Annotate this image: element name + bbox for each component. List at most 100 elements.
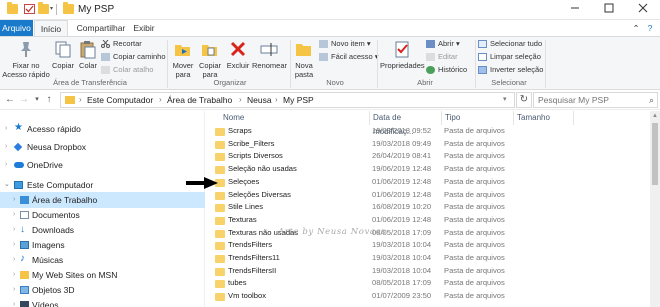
new-folder-icon[interactable] — [38, 2, 49, 14]
refresh-button[interactable]: ↻ — [516, 92, 532, 108]
nav-item-neusa-dropbox[interactable]: › Neusa Dropbox — [0, 139, 205, 155]
file-row-vm-toolbox[interactable]: Vm toolbox 01/07/2009 23:50 Pasta de arq… — [206, 290, 650, 303]
tab-compartilhar[interactable]: Compartilhar — [72, 20, 130, 36]
nav-item-onedrive[interactable]: › OneDrive — [0, 157, 205, 173]
breadcrumb-este-computador[interactable]: Este Computador — [87, 95, 153, 105]
maximize-button[interactable] — [592, 0, 626, 20]
chevron-right-icon[interactable]: › — [13, 192, 15, 208]
file-row-selecoes-diversas[interactable]: Seleções Diversas 01/06/2019 12:48 Pasta… — [206, 189, 650, 202]
paste-button[interactable]: Colar — [77, 39, 99, 70]
file-type: Pasta de arquivos — [444, 227, 505, 237]
nav-item-downloads[interactable]: › ↓ Downloads — [0, 222, 205, 238]
history-button[interactable]: Histórico — [426, 65, 467, 75]
file-type: Pasta de arquivos — [444, 126, 505, 135]
minimize-button[interactable] — [558, 0, 592, 20]
file-row-trendsfiltersii[interactable]: TrendsFiltersII 19/03/2018 10:04 Pasta d… — [206, 265, 650, 278]
chevron-right-icon[interactable]: › — [13, 297, 15, 307]
chevron-right-icon[interactable]: › — [13, 222, 15, 238]
file-row-scribe-filters[interactable]: Scribe_Filters 19/03/2018 09:49 Pasta de… — [206, 138, 650, 151]
copy-path-label: Copiar caminho — [113, 52, 166, 61]
tab-inicio[interactable]: Início — [34, 20, 68, 36]
cut-button[interactable]: Recortar — [101, 39, 142, 49]
edit-button[interactable]: Editar — [426, 52, 458, 62]
chevron-right-icon[interactable]: › — [13, 282, 15, 298]
file-row-stile-lines[interactable]: Stile Lines 16/08/2019 10:20 Pasta de ar… — [206, 201, 650, 214]
new-item-button[interactable]: Novo item ▾ — [319, 39, 371, 49]
tab-exibir[interactable]: Exibir — [130, 20, 158, 36]
nav-item-imagens[interactable]: › Imagens — [0, 237, 205, 253]
rename-button[interactable]: Renomear — [252, 39, 287, 70]
search-box[interactable]: ⌕ — [533, 92, 658, 108]
nav-item-objetos-3d[interactable]: › Objetos 3D — [0, 282, 205, 298]
breadcrumb-neusa[interactable]: Neusa — [247, 95, 272, 105]
file-row-trendsfilters11[interactable]: TrendsFilters11 19/03/2018 10:04 Pasta d… — [206, 252, 650, 265]
paste-shortcut-button[interactable]: Colar atalho — [101, 65, 153, 75]
chevron-right-icon[interactable]: › — [13, 237, 15, 253]
column-header-tamanho[interactable]: Tamanho — [514, 111, 574, 125]
file-row-texturas[interactable]: Texturas 01/06/2019 12:48 Pasta de arqui… — [206, 214, 650, 227]
tab-arquivo[interactable]: Arquivo — [0, 20, 33, 36]
chevron-right-icon[interactable]: › — [13, 267, 15, 283]
address-bar[interactable]: › Este Computador › Área de Trabalho › N… — [60, 92, 515, 108]
select-all-button[interactable]: Selecionar tudo — [478, 39, 542, 49]
breadcrumb-my-psp[interactable]: My PSP — [283, 95, 314, 105]
file-row-scripts-diversos[interactable]: Scripts Diversos 26/04/2019 08:41 Pasta … — [206, 150, 650, 163]
chevron-right-icon[interactable]: › — [5, 157, 7, 173]
properties-check-icon[interactable] — [24, 4, 35, 14]
copy-button[interactable]: Copiar — [50, 39, 76, 70]
move-to-button[interactable]: Mover para — [170, 39, 196, 79]
file-name: Scripts Diversos — [228, 151, 283, 161]
chevron-down-icon[interactable]: ⌄ — [4, 177, 10, 193]
nav-item-documentos[interactable]: › Documentos — [0, 207, 205, 223]
file-row-trendsfilters[interactable]: TrendsFilters 19/03/2018 10:04 Pasta de … — [206, 239, 650, 252]
column-header-nome[interactable]: Nome — [220, 111, 370, 125]
nav-item-acesso-rapido[interactable]: › ★ Acesso rápido — [0, 121, 205, 137]
vertical-scrollbar[interactable]: ▲ — [650, 111, 660, 307]
address-dropdown-icon[interactable]: ▾ — [503, 95, 507, 103]
new-folder-button[interactable]: Nova pasta — [293, 39, 315, 79]
search-input[interactable] — [534, 93, 642, 107]
file-row-selecoes[interactable]: Seleçoes 01/06/2019 12:48 Pasta de arqui… — [206, 176, 650, 189]
navigation-pane: › ★ Acesso rápido › Neusa Dropbox › OneD… — [0, 111, 205, 307]
chevron-right-icon[interactable]: › — [5, 139, 7, 155]
delete-x-icon — [228, 39, 248, 59]
breadcrumb-area-de-trabalho[interactable]: Área de Trabalho — [167, 95, 232, 105]
chevron-right-icon[interactable]: › — [5, 121, 7, 137]
clear-selection-button[interactable]: Limpar seleção — [478, 52, 541, 62]
pin-quick-access-button[interactable]: Fixar no Acesso rápido — [2, 39, 50, 79]
nav-item-videos[interactable]: › Vídeos — [0, 297, 205, 307]
forward-arrow-icon[interactable]: → — [18, 93, 30, 107]
nav-item-este-computador[interactable]: ⌄ Este Computador — [0, 177, 205, 193]
file-row-selecao-nao-usadas[interactable]: Seleção não usadas 19/06/2019 12:48 Past… — [206, 163, 650, 176]
file-name: tubes — [228, 278, 247, 288]
properties-button[interactable]: Propriedades — [380, 39, 425, 70]
help-icon[interactable]: ? — [644, 20, 656, 36]
new-group-label: Novo — [326, 78, 344, 87]
chevron-right-icon[interactable]: › — [13, 252, 15, 268]
nav-item-area-de-trabalho[interactable]: › Área de Trabalho — [0, 192, 205, 208]
nav-item-my-web-sites[interactable]: › My Web Sites on MSN — [0, 267, 205, 283]
back-arrow-icon[interactable]: ← — [4, 93, 16, 107]
file-name: Scraps — [228, 126, 252, 135]
easy-access-button[interactable]: Fácil acesso ▾ — [319, 52, 379, 62]
open-button[interactable]: Abrir ▾ — [426, 39, 460, 49]
nav-item-musicas[interactable]: › ♪ Músicas — [0, 252, 205, 268]
invert-selection-button[interactable]: Inverter seleção — [478, 65, 543, 75]
ribbon-collapse-icon[interactable]: ⌃ — [630, 20, 642, 36]
file-row-scraps[interactable]: Scraps 19/03/2018 09:52 Pasta de arquivo… — [206, 125, 650, 138]
scrollbar-thumb[interactable] — [652, 123, 658, 185]
chevron-right-icon[interactable]: › — [13, 207, 15, 223]
copy-to-button[interactable]: Copiar para — [197, 39, 223, 79]
copy-path-button[interactable]: Copiar caminho — [101, 52, 166, 62]
documents-icon — [20, 211, 29, 219]
column-header-data[interactable]: Data de modificaç... — [370, 111, 442, 136]
scroll-up-icon[interactable]: ▲ — [650, 111, 660, 121]
scissors-icon — [101, 39, 110, 48]
column-header-tipo[interactable]: Tipo — [442, 111, 514, 125]
delete-button[interactable]: Excluir — [225, 39, 251, 70]
up-arrow-icon[interactable]: ↑ — [43, 93, 55, 107]
close-button[interactable] — [626, 0, 660, 20]
file-row-tubes[interactable]: tubes 08/05/2018 17:09 Pasta de arquivos — [206, 277, 650, 290]
recent-locations-icon[interactable]: ▾ — [31, 93, 43, 107]
file-row-texturas-nao-usadas[interactable]: Texturas não usadas 08/05/2018 17:09 Pas… — [206, 227, 650, 240]
